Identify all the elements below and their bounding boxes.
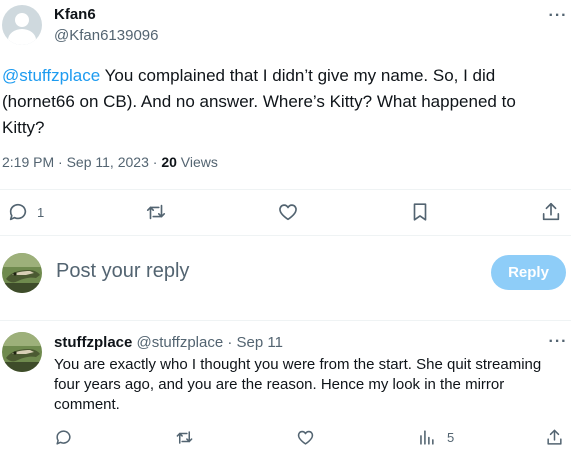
- reply-action[interactable]: 1: [7, 201, 44, 223]
- tweet-meta: 2:19 PM · Sep 11, 2023 · 20 Views: [2, 154, 218, 170]
- bookmark-icon: [409, 201, 431, 223]
- reply-author-name[interactable]: stuffzplace: [54, 334, 132, 351]
- bookmark-button[interactable]: [409, 201, 431, 223]
- mention-link[interactable]: @stuffzplace: [2, 66, 100, 85]
- heart-icon: [296, 428, 315, 447]
- tweet-text: @stuffzplace You complained that I didn’…: [2, 63, 547, 141]
- user-avatar[interactable]: [2, 253, 42, 293]
- reply-reply-button[interactable]: [54, 428, 73, 447]
- reply-button[interactable]: Reply: [491, 255, 566, 290]
- tweet-time[interactable]: 2:19 PM: [2, 154, 54, 170]
- share-button[interactable]: [540, 201, 562, 223]
- reply-text: You are exactly who I thought you were f…: [54, 356, 542, 413]
- reply-header: stuffzplace @stuffzplace · Sep 11: [54, 334, 283, 351]
- views-label: Views: [180, 154, 218, 170]
- reply-views-button[interactable]: 5: [417, 428, 454, 447]
- more-icon: ···: [548, 333, 568, 350]
- heart-icon: [277, 201, 299, 223]
- like-button[interactable]: [277, 201, 299, 223]
- retweet-button[interactable]: [145, 201, 167, 223]
- divider: [0, 320, 571, 321]
- divider: [0, 235, 571, 236]
- reply-icon: [54, 428, 73, 447]
- reply-share-button[interactable]: [545, 428, 564, 447]
- reply-date[interactable]: Sep 11: [237, 334, 283, 351]
- alligator-avatar: [2, 253, 42, 293]
- separator: ·: [227, 334, 233, 351]
- reply-retweet-button[interactable]: [175, 428, 194, 447]
- analytics-icon: [417, 428, 436, 447]
- reply-like-button[interactable]: [296, 428, 315, 447]
- retweet-icon: [175, 428, 194, 447]
- reply-more-options-button[interactable]: ···: [546, 333, 570, 353]
- more-icon: ···: [548, 7, 568, 24]
- reply-icon: [7, 201, 29, 223]
- reply-count: 1: [37, 204, 45, 220]
- views-count: 20: [161, 154, 177, 170]
- divider: [0, 189, 571, 190]
- alligator-avatar: [2, 332, 42, 372]
- tweet-date[interactable]: Sep 11, 2023: [67, 154, 149, 170]
- reply-input[interactable]: Post your reply: [56, 260, 189, 283]
- reply-views-count: 5: [447, 430, 455, 445]
- share-icon: [540, 201, 562, 223]
- author-avatar[interactable]: [2, 5, 42, 45]
- share-icon: [545, 428, 564, 447]
- reply-author-avatar[interactable]: [2, 332, 42, 372]
- more-options-button[interactable]: ···: [546, 7, 570, 27]
- author-handle[interactable]: @Kfan6139096: [54, 27, 158, 44]
- author-name[interactable]: Kfan6: [54, 6, 96, 23]
- reply-author-handle[interactable]: @stuffzplace: [137, 334, 224, 351]
- retweet-icon: [145, 201, 167, 223]
